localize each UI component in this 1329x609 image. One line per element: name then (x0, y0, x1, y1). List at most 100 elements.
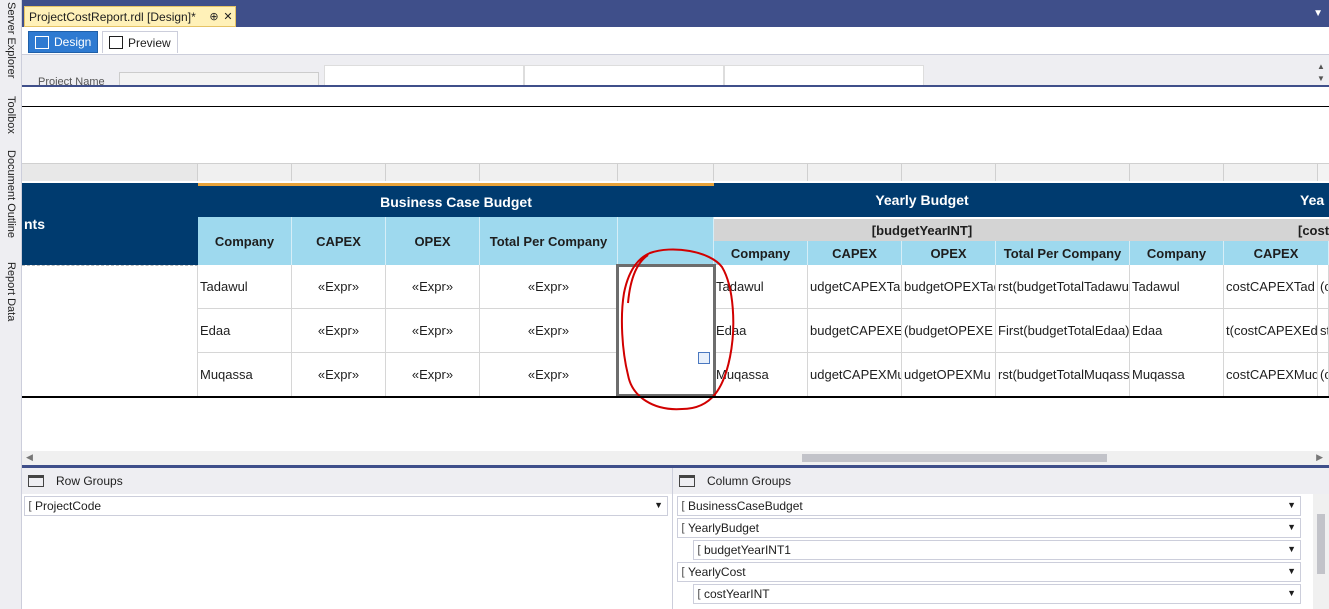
budget-year-group-header[interactable]: [budgetYearINT] (714, 219, 1130, 241)
table-cell[interactable]: «Expr» (292, 265, 386, 309)
scroll-right-icon[interactable]: ▶ (1316, 452, 1323, 463)
parameter-slot[interactable] (724, 65, 924, 85)
table-cell[interactable]: costCAPEXTad (1224, 265, 1318, 309)
column-group-item[interactable]: [ costYearINT ▼ (693, 584, 1301, 604)
design-tab[interactable]: Design (28, 31, 99, 53)
scroll-left-icon[interactable]: ◀ (26, 452, 33, 463)
table-cell[interactable]: «Expr» (292, 309, 386, 353)
column-handle[interactable] (480, 164, 618, 181)
yearly-cost-header[interactable]: Yea (1130, 183, 1329, 217)
chevron-down-icon[interactable]: ▼ (1287, 544, 1296, 554)
column-handle[interactable] (22, 164, 198, 181)
table-cell[interactable]: «Expr» (386, 353, 480, 397)
column-group-item[interactable]: [ BusinessCaseBudget ▼ (677, 496, 1301, 516)
column-handle[interactable] (386, 164, 480, 181)
column-group-label: budgetYearINT1 (704, 543, 791, 557)
cost-year-group-header[interactable]: [cost (1130, 219, 1329, 241)
table-cell[interactable]: rst(budgetTotalMuqass (996, 353, 1130, 397)
yearly-budget-header[interactable]: Yearly Budget (714, 183, 1130, 217)
yb-col-opex[interactable]: OPEX (902, 241, 996, 265)
table-cell[interactable]: First(budgetTotalEdaa) (996, 309, 1130, 353)
column-group-item[interactable]: [ YearlyCost ▼ (677, 562, 1301, 582)
table-cell[interactable]: udgetCAPEXTa (808, 265, 902, 309)
table-cell[interactable]: (c (1318, 265, 1329, 309)
design-tab-label: Design (54, 35, 92, 49)
column-handle[interactable] (618, 164, 714, 181)
column-group-item[interactable]: [ YearlyBudget ▼ (677, 518, 1301, 538)
scrollbar-thumb[interactable] (1317, 514, 1325, 574)
parameter-combo[interactable] (119, 72, 319, 85)
table-cell[interactable]: t(costCAPEXEd (1224, 309, 1318, 353)
table-cell[interactable]: budgetCAPEXE (808, 309, 902, 353)
table-cell[interactable]: budgetOPEXTac (902, 265, 996, 309)
group-bracket-icon: [ (697, 588, 701, 600)
table-cell[interactable]: costCAPEXMuq (1224, 353, 1318, 397)
column-handle[interactable] (714, 164, 808, 181)
tablix-column-handles[interactable] (22, 163, 1329, 181)
chevron-down-icon[interactable]: ▼ (654, 500, 663, 510)
table-cell[interactable]: udgetCAPEXMu (808, 353, 902, 397)
yc-col-company[interactable]: Company (1130, 241, 1224, 265)
side-tab-report-data[interactable]: Report Data (0, 260, 22, 340)
column-handle[interactable] (902, 164, 996, 181)
table-cell[interactable]: «Expr» (386, 265, 480, 309)
row-group-item[interactable]: [ ProjectCode ▼ (24, 496, 668, 516)
table-cell[interactable]: udgetOPEXMu (902, 353, 996, 397)
group-bracket-icon: [ (681, 566, 685, 578)
bc-col-capex[interactable]: CAPEX (292, 217, 386, 265)
table-cell[interactable]: Tadawul (198, 265, 292, 309)
table-cell[interactable]: rst(budgetTotalTadawu (996, 265, 1130, 309)
table-cell[interactable]: Muqassa (1130, 353, 1224, 397)
column-handle[interactable] (808, 164, 902, 181)
bc-col-opex[interactable]: OPEX (386, 217, 480, 265)
yb-col-total[interactable]: Total Per Company (996, 241, 1130, 265)
parameter-slot[interactable] (524, 65, 724, 85)
business-case-budget-header[interactable]: Business Case Budget (198, 183, 714, 217)
table-cell[interactable]: «Expr» (386, 309, 480, 353)
side-tab-server-explorer[interactable]: Server Explorer (0, 0, 22, 92)
yb-col-capex[interactable]: CAPEX (808, 241, 902, 265)
row-groups-pane: Row Groups [ ProjectCode ▼ (22, 468, 672, 609)
scrollbar-thumb[interactable] (802, 454, 1107, 462)
column-handle[interactable] (198, 164, 292, 181)
column-groups-scrollbar[interactable] (1313, 494, 1329, 609)
table-cell[interactable]: Edaa (198, 309, 292, 353)
row-header-cell[interactable]: nts (22, 183, 198, 265)
parameter-slot[interactable] (324, 65, 524, 85)
chevron-down-icon[interactable]: ▼ (1287, 522, 1296, 532)
close-icon[interactable]: ✕ (221, 10, 235, 23)
side-tab-document-outline[interactable]: Document Outline (0, 148, 22, 258)
column-handle[interactable] (1224, 164, 1318, 181)
row-group-cell[interactable] (22, 265, 198, 397)
table-cell[interactable]: (budgetOPEXE (902, 309, 996, 353)
side-tab-toolbox[interactable]: Toolbox (0, 94, 22, 146)
chevron-down-icon[interactable]: ▼ (1287, 566, 1296, 576)
table-cell[interactable]: st (1318, 309, 1329, 353)
column-group-label: YearlyBudget (688, 521, 759, 535)
column-group-label: BusinessCaseBudget (688, 499, 803, 513)
table-cell[interactable]: Edaa (1130, 309, 1224, 353)
table-cell[interactable]: «Expr» (292, 353, 386, 397)
tab-list-chevron-down-icon[interactable]: ▼ (1313, 8, 1323, 19)
column-groups-header: Column Groups (673, 468, 1329, 494)
column-groups-icon (679, 475, 695, 487)
column-handle[interactable] (292, 164, 386, 181)
yc-col-capex[interactable]: CAPEX (1224, 241, 1329, 265)
column-handle[interactable] (996, 164, 1130, 181)
table-cell[interactable]: (c (1318, 353, 1329, 397)
group-bracket-icon: [ (697, 544, 701, 556)
table-cell[interactable]: Muqassa (198, 353, 292, 397)
pin-icon[interactable]: ⊕ (207, 10, 221, 23)
group-bracket-icon: [ (681, 522, 685, 534)
horizontal-scrollbar[interactable]: ◀ ▶ (22, 451, 1329, 465)
table-cell[interactable]: Tadawul (1130, 265, 1224, 309)
document-tab[interactable]: ProjectCostReport.rdl [Design]* ⊕ ✕ (24, 6, 236, 27)
chevron-down-icon[interactable]: ▼ (1287, 500, 1296, 510)
preview-tab[interactable]: Preview (102, 31, 178, 53)
bc-col-company[interactable]: Company (198, 217, 292, 265)
parameter-scrollbar[interactable]: ▲ ▼ (1315, 61, 1327, 85)
chevron-down-icon[interactable]: ▼ (1287, 588, 1296, 598)
row-groups-icon (28, 475, 44, 487)
column-handle[interactable] (1130, 164, 1224, 181)
column-group-item[interactable]: [ budgetYearINT1 ▼ (693, 540, 1301, 560)
